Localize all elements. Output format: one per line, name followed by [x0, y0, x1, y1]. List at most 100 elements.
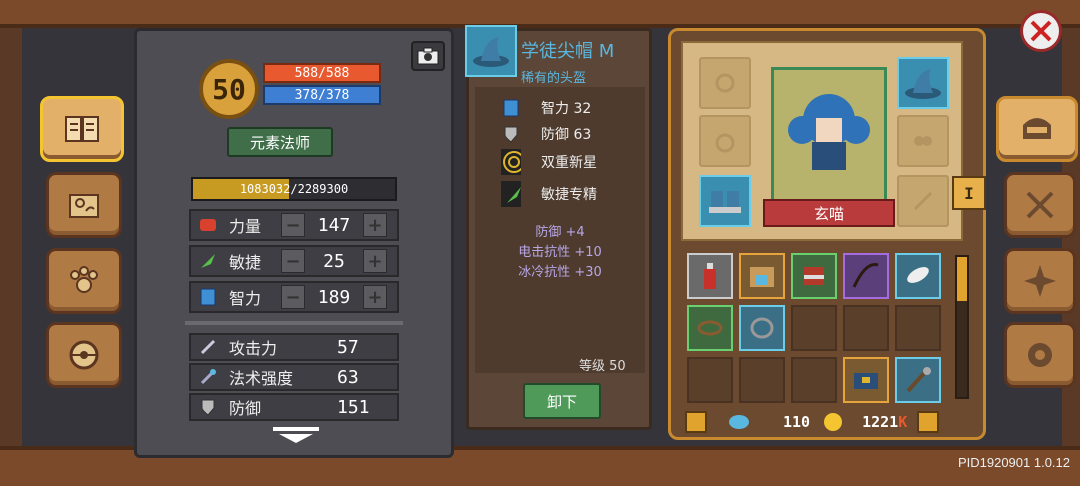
stat-row-defense: 防御 151	[189, 393, 399, 421]
item-bonus: 电击抗性 +10	[518, 245, 602, 260]
inventory-item-staff[interactable]	[895, 357, 941, 403]
inventory-item-helmet[interactable]	[791, 253, 837, 299]
slot-weapon[interactable]	[897, 175, 949, 227]
attribute-value: 25	[323, 250, 345, 272]
inventory-scrollbar[interactable]	[955, 255, 969, 399]
item-tier: M	[598, 41, 615, 62]
bow-icon	[852, 262, 879, 288]
coin-icon	[824, 413, 843, 431]
character-sprite	[788, 94, 870, 170]
inventory-item-armor[interactable]	[739, 253, 785, 299]
inventory-slot-empty[interactable]	[739, 357, 785, 403]
inventory-item-bow[interactable]	[843, 253, 889, 299]
nav-skills-button[interactable]	[1004, 248, 1076, 314]
decrease-strength-button[interactable]: −	[281, 213, 305, 237]
feather-icon	[197, 250, 219, 272]
decrease-intelligence-button[interactable]: −	[281, 285, 305, 309]
wizard-hat-icon	[905, 69, 941, 99]
attribute-row-strength: 力量 − 147 +	[189, 209, 399, 241]
inventory-item-feather[interactable]	[895, 253, 941, 299]
inventory-slot-empty[interactable]	[687, 357, 733, 403]
nav-character-button[interactable]	[996, 96, 1078, 162]
inventory-slot-empty[interactable]	[791, 357, 837, 403]
close-icon	[1030, 20, 1052, 42]
item-bonus: 冰冷抗性 +30	[518, 265, 602, 280]
decrease-agility-button[interactable]: −	[281, 249, 305, 273]
inventory-slot-empty[interactable]	[791, 305, 837, 351]
item-detail-panel: 学徒尖帽 M 稀有的头盔 智力 32 防御 63 双重新星 敏捷专精 防御 +4…	[465, 25, 652, 430]
inventory-grid	[687, 253, 947, 405]
xp-text: 1083032/2289300	[239, 182, 349, 196]
storage-icon[interactable]	[685, 411, 707, 433]
inventory-item-potion[interactable]	[687, 253, 733, 299]
character-name: 玄喵	[763, 199, 895, 227]
gloves-icon	[914, 136, 932, 146]
inventory-item-ring[interactable]	[687, 305, 733, 351]
nav-book-button[interactable]	[40, 96, 124, 162]
sword-icon	[197, 336, 219, 358]
gold-suffix: K	[898, 413, 908, 431]
slot-gloves[interactable]	[897, 115, 949, 167]
book-icon	[65, 116, 99, 142]
inventory-slot-empty[interactable]	[843, 305, 889, 351]
gem-icon	[729, 415, 749, 429]
staff-icon	[906, 367, 931, 393]
increase-intelligence-button[interactable]: +	[363, 285, 387, 309]
stat-name: 法术强度	[229, 369, 294, 388]
stat-name: 防御	[229, 399, 262, 418]
stat-value: 63	[337, 366, 359, 388]
menu-grid-icon[interactable]	[917, 411, 940, 433]
mp-bar: 378/378	[263, 85, 381, 105]
divider	[185, 321, 403, 325]
bag-icon	[715, 133, 735, 153]
item-name: 学徒尖帽 M	[521, 41, 615, 62]
increase-strength-button[interactable]: +	[363, 213, 387, 237]
attribute-name: 智力	[229, 289, 262, 308]
chest-icon	[854, 373, 878, 389]
shield-icon	[501, 123, 521, 145]
inventory-slot-empty[interactable]	[895, 305, 941, 351]
inventory-item-chest[interactable]	[843, 357, 889, 403]
feather-icon	[501, 181, 521, 207]
book-icon	[501, 97, 521, 119]
character-portrait	[771, 67, 887, 207]
increase-agility-button[interactable]: +	[363, 249, 387, 273]
expand-arrow-icon[interactable]	[273, 427, 319, 443]
wheel-icon	[69, 340, 99, 370]
nav-forge-button[interactable]	[1004, 172, 1076, 238]
camera-button[interactable]	[411, 41, 445, 71]
necklace-icon	[750, 317, 774, 339]
slot-amulet[interactable]	[699, 57, 751, 109]
chest-armor-icon	[750, 267, 774, 287]
stat-name: 攻击力	[229, 339, 278, 358]
inventory-item-necklace[interactable]	[739, 305, 785, 351]
paw-icon	[70, 266, 98, 293]
item-thumbnail	[465, 25, 517, 77]
stat-row-spell-power: 法术强度 63	[189, 363, 399, 391]
slot-helmet[interactable]	[897, 57, 949, 109]
unequip-button[interactable]: 卸下	[523, 383, 601, 419]
slot-boots[interactable]	[699, 175, 751, 227]
close-button[interactable]	[1020, 10, 1062, 52]
class-button[interactable]: 元素法师	[227, 127, 333, 157]
tab-marker[interactable]: I	[952, 176, 986, 210]
stat-value: 57	[337, 336, 359, 358]
nav-settings-button[interactable]	[1004, 322, 1076, 388]
ring-icon	[715, 73, 735, 93]
nav-pets-button[interactable]	[46, 248, 122, 314]
nav-mount-button[interactable]	[46, 322, 122, 388]
helmet-icon	[804, 267, 824, 285]
map-icon	[69, 194, 99, 218]
character-stats-panel: 50 588/588 378/378 元素法师 1083032/2289300 …	[134, 28, 454, 458]
slot-armor[interactable]	[699, 115, 751, 167]
item-skill-2[interactable]: 敏捷专精	[501, 181, 597, 207]
item-skill-1[interactable]: 双重新星	[501, 149, 597, 175]
currency-bar: 110 1221 K	[685, 409, 973, 435]
scrollbar-thumb[interactable]	[957, 257, 967, 301]
equipment-panel: 玄喵 110 1221 K	[668, 28, 986, 440]
book-icon	[197, 286, 219, 308]
item-bonus: 防御 +4	[535, 225, 585, 240]
item-rarity: 稀有的头盔	[521, 71, 587, 86]
attribute-name: 力量	[229, 217, 262, 236]
nav-map-button[interactable]	[46, 172, 122, 238]
